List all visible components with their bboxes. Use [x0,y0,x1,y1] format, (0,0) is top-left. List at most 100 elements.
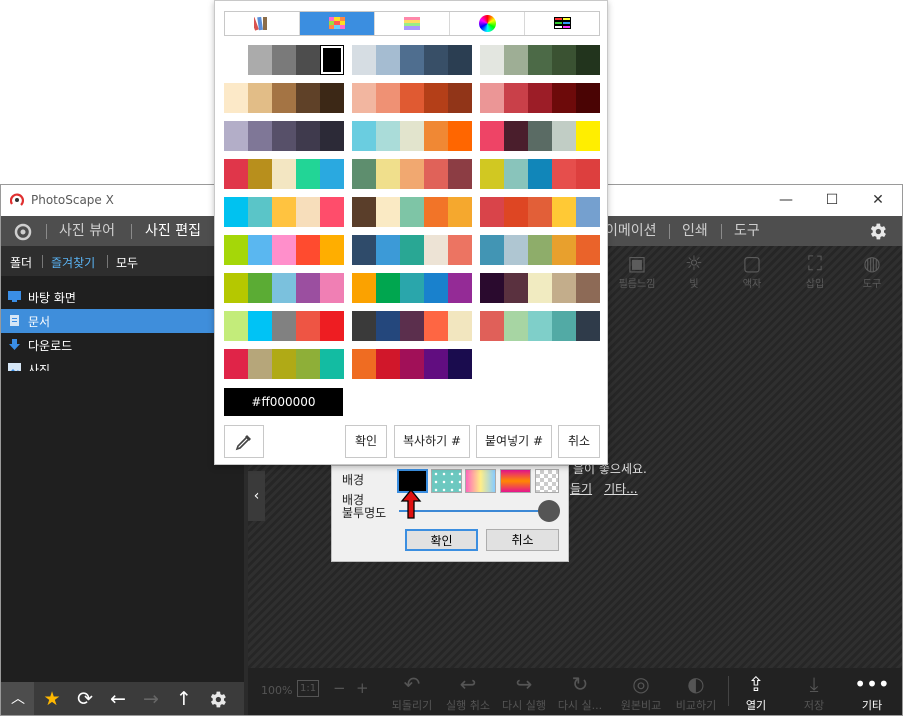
palette-color-cell[interactable] [576,83,600,113]
palette-color-cell[interactable] [480,45,504,75]
dialog-ok-button[interactable]: 확인 [405,529,478,551]
palette-color-cell[interactable] [504,311,528,341]
palette-color-cell[interactable] [424,311,448,341]
palette-color-cell[interactable] [296,311,320,341]
palette-color-cell[interactable] [272,349,296,379]
picker-cancel-button[interactable]: 취소 [558,425,600,458]
hint-link-make[interactable]: 들기 [570,482,592,496]
palette-swatch-group[interactable] [352,83,472,113]
palette-swatch-group[interactable] [224,45,344,75]
palette-color-cell[interactable] [272,197,296,227]
palette-swatch-group[interactable] [352,159,472,189]
palette-color-cell[interactable] [352,235,376,265]
palette-color-cell[interactable] [448,349,472,379]
palette-color-cell[interactable] [320,121,344,151]
tool-tools[interactable]: ◍ 도구 [848,251,896,295]
tab-swatch-grid[interactable] [300,12,375,35]
palette-color-cell[interactable] [400,273,424,303]
palette-color-cell[interactable] [528,311,552,341]
palette-color-cell[interactable] [528,159,552,189]
compare-original-button[interactable]: ◎ 원본비교 [611,671,671,713]
palette-color-cell[interactable] [424,121,448,151]
palette-swatch-group[interactable] [224,235,344,265]
palette-color-cell[interactable] [400,83,424,113]
redo-button[interactable]: ↪ 다시 실행 [494,671,554,713]
save-button[interactable]: ⤓ 저장 [784,671,844,713]
palette-color-cell[interactable] [552,83,576,113]
palette-swatch-group[interactable] [352,235,472,265]
palette-color-cell[interactable] [528,273,552,303]
tool-insert[interactable]: ⛶ 삽입 [791,251,839,295]
tab-all[interactable]: 모두 [116,254,138,271]
revert-button[interactable]: ↶ 되돌리기 [382,671,442,713]
palette-color-cell[interactable] [376,349,400,379]
menu-animation[interactable]: 이메이션 [605,216,657,246]
palette-color-cell[interactable] [376,235,400,265]
palette-color-cell[interactable] [504,45,528,75]
palette-swatch-group[interactable] [480,45,600,75]
palette-swatch-group[interactable] [352,121,472,151]
folder-item-downloads[interactable]: 다운로드 [1,333,244,357]
palette-color-cell[interactable] [224,273,248,303]
palette-swatch-group[interactable] [352,273,472,303]
palette-color-cell[interactable] [504,197,528,227]
palette-color-cell[interactable] [480,121,504,151]
palette-color-cell[interactable] [376,273,400,303]
swatch-image[interactable] [500,469,531,493]
zoom-level[interactable]: 100% [261,684,292,697]
palette-color-cell[interactable] [528,45,552,75]
palette-color-cell[interactable] [480,159,504,189]
palette-color-cell[interactable] [576,235,600,265]
palette-color-cell[interactable] [400,311,424,341]
favorite-star-icon[interactable]: ★ [41,688,63,710]
minimize-button[interactable]: — [763,185,809,216]
palette-color-cell[interactable] [352,45,376,75]
tab-color-wheel[interactable] [450,12,525,35]
palette-color-cell[interactable] [272,273,296,303]
palette-swatch-group[interactable] [224,197,344,227]
palette-color-cell[interactable] [576,311,600,341]
palette-color-cell[interactable] [528,235,552,265]
palette-swatch-group[interactable] [480,273,600,303]
tool-light[interactable]: ☼ 빛 [670,251,718,295]
palette-color-cell[interactable] [552,121,576,151]
close-button[interactable]: ✕ [855,185,901,216]
palette-color-cell[interactable] [376,159,400,189]
palette-color-cell[interactable] [248,197,272,227]
palette-color-cell[interactable] [352,311,376,341]
palette-color-cell[interactable] [448,159,472,189]
swatch-gradient[interactable] [465,469,496,493]
home-icon[interactable] [13,222,33,242]
palette-color-cell[interactable] [400,235,424,265]
palette-color-cell[interactable] [320,311,344,341]
palette-color-cell[interactable] [320,349,344,379]
tab-favorites[interactable]: 즐겨찾기 [51,254,95,271]
palette-color-cell[interactable] [576,273,600,303]
palette-swatch-group[interactable] [224,83,344,113]
swatch-pattern[interactable] [431,469,462,493]
palette-color-cell[interactable] [272,235,296,265]
palette-swatch-group[interactable] [224,273,344,303]
palette-color-cell[interactable] [248,45,272,75]
palette-color-cell[interactable] [448,121,472,151]
palette-color-cell[interactable] [448,83,472,113]
menu-photo-viewer[interactable]: 사진 뷰어 [59,216,115,246]
palette-swatch-group[interactable] [352,197,472,227]
palette-color-cell[interactable] [424,45,448,75]
palette-color-cell[interactable] [248,235,272,265]
palette-color-cell[interactable] [400,349,424,379]
palette-color-cell[interactable] [504,235,528,265]
palette-swatch-group[interactable] [352,311,472,341]
palette-color-cell[interactable] [352,159,376,189]
palette-color-cell[interactable] [480,311,504,341]
palette-swatch-group[interactable] [352,45,472,75]
palette-color-cell[interactable] [352,273,376,303]
settings-gear-icon[interactable] [867,221,888,242]
palette-color-cell[interactable] [320,273,344,303]
palette-swatch-group[interactable] [480,235,600,265]
palette-color-cell[interactable] [552,311,576,341]
menu-print[interactable]: 인쇄 [682,216,708,246]
palette-color-cell[interactable] [352,197,376,227]
palette-color-cell[interactable] [224,159,248,189]
palette-swatch-group[interactable] [480,159,600,189]
